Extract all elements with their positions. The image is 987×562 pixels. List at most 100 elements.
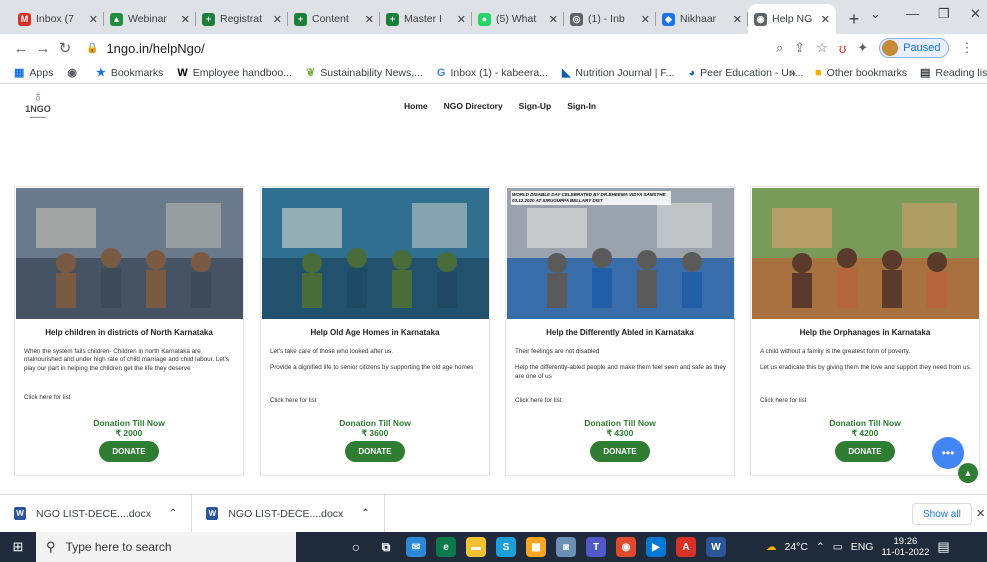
donate-button[interactable]: DONATE [590, 441, 650, 462]
close-shelf-icon[interactable]: ✕ [976, 507, 985, 520]
card-description: Help the differently-abled people and ma… [515, 364, 726, 380]
new-tab-icon[interactable]: + [842, 4, 866, 34]
restore-icon[interactable]: ❐ [938, 6, 950, 22]
extension-icon[interactable]: ʊ [839, 41, 846, 56]
zoom-icon[interactable]: ⌕ [776, 40, 783, 56]
photos-icon[interactable]: ◙ [556, 537, 576, 557]
list-link[interactable]: Click here for list [270, 397, 317, 404]
url-text[interactable]: 1ngo.in/helpNgo/ [106, 41, 204, 56]
language-indicator[interactable]: ENG [851, 541, 874, 553]
bookmark-item[interactable]: ▦ Apps [14, 66, 53, 80]
lock-icon[interactable]: 🔒 [86, 43, 98, 54]
minimize-icon[interactable]: — [906, 6, 919, 21]
temperature[interactable]: 24°C [785, 541, 808, 553]
profile-button[interactable]: Paused [879, 38, 950, 58]
tray-expand-icon[interactable]: ⌃ [816, 541, 825, 553]
drive-icon: ▲ [110, 12, 123, 26]
bookmark-item[interactable]: G Inbox (1) - kabeera... [437, 67, 548, 79]
tab-close-icon[interactable]: ✕ [821, 13, 830, 26]
cortana-icon[interactable]: ○ [346, 537, 366, 557]
nav-ngo-directory[interactable]: NGO Directory [444, 101, 503, 111]
network-icon[interactable]: ▭ [833, 541, 843, 553]
logo-text: 1NGO [25, 104, 51, 114]
browser-tab[interactable]: ◎ (1) - Inb ✕ [564, 4, 656, 34]
notifications-icon[interactable]: ▤ [937, 539, 949, 555]
download-item[interactable]: W NGO LIST-DECE....docx ⌃ [0, 494, 193, 533]
calculator-icon[interactable]: ▦ [526, 537, 546, 557]
browser-tab[interactable]: M Inbox (7 ✕ [12, 4, 104, 34]
clock[interactable]: 19:26 11-01-2022 [881, 536, 929, 558]
bookmark-item[interactable]: ◉ [67, 66, 82, 79]
nav-sign-up[interactable]: Sign-Up [519, 101, 552, 111]
nav-sign-in[interactable]: Sign-In [567, 101, 596, 111]
tab-close-icon[interactable]: ✕ [273, 13, 282, 26]
forward-icon[interactable]: → [32, 40, 54, 57]
tab-close-icon[interactable]: ✕ [733, 13, 742, 26]
window-close-icon[interactable]: ✕ [970, 6, 981, 22]
list-link[interactable]: Click here for list [760, 397, 807, 404]
bookmark-item[interactable]: ❦ Sustainability News,... [306, 66, 423, 80]
address-bar[interactable]: 🔒 1ngo.in/helpNgo/ [86, 36, 806, 60]
weather-icon[interactable]: ☁ [766, 541, 777, 553]
donate-button[interactable]: DONATE [835, 441, 895, 462]
bookmark-star-icon[interactable]: ☆ [816, 40, 828, 56]
browser-tab[interactable]: ◆ Nikhaar ✕ [656, 4, 748, 34]
browser-tab[interactable]: + Content ✕ [288, 4, 380, 34]
globe-icon: ◉ [67, 67, 77, 79]
nav-home[interactable]: Home [404, 101, 428, 111]
tab-close-icon[interactable]: ✕ [89, 13, 98, 26]
taskbar-search[interactable]: ⚲ Type here to search [36, 532, 296, 562]
tab-close-icon[interactable]: ✕ [365, 13, 374, 26]
chrome-icon[interactable]: ◉ [616, 537, 636, 557]
reading-list[interactable]: ▤ Reading list [920, 66, 987, 80]
task-view-icon[interactable]: ⧉ [376, 537, 396, 557]
acrobat-icon[interactable]: A [676, 537, 696, 557]
tab-close-icon[interactable]: ✕ [549, 13, 558, 26]
share-icon[interactable]: ⇪ [794, 40, 805, 56]
tab-close-icon[interactable]: ✕ [641, 13, 650, 26]
donation-total: Donation Till Now ₹ 4200 [751, 418, 979, 438]
browser-tab[interactable]: + Registrat ✕ [196, 4, 288, 34]
donate-button[interactable]: DONATE [345, 441, 405, 462]
chevron-up-icon[interactable]: ⌃ [361, 508, 369, 519]
apps-grid-icon: ▦ [14, 67, 25, 79]
back-icon[interactable]: ← [10, 40, 32, 57]
reload-icon[interactable]: ↻ [54, 39, 76, 57]
other-bookmarks[interactable]: ■ Other bookmarks [815, 67, 907, 79]
browser-tab[interactable]: ● (5) What ✕ [472, 4, 564, 34]
chat-button[interactable]: ••• [932, 437, 964, 469]
list-link[interactable]: Click here for list [24, 394, 71, 401]
windows-start-icon[interactable]: ⊞ [0, 532, 36, 562]
tab-close-icon[interactable]: ✕ [181, 13, 190, 26]
download-item[interactable]: W NGO LIST-DECE....docx ⌃ [192, 494, 385, 533]
site-logo[interactable]: ♁ 1NGO ▬▬▬▬ [22, 89, 54, 119]
browser-tab[interactable]: ▲ Webinar ✕ [104, 4, 196, 34]
edge-icon[interactable]: e [436, 537, 456, 557]
chevron-up-icon[interactable]: ⌃ [169, 508, 177, 519]
bookmark-item[interactable]: ◣ Nutrition Journal | F... [562, 66, 675, 80]
star-icon: ★ [95, 67, 106, 79]
word-icon[interactable]: W [706, 537, 726, 557]
donate-button[interactable]: DONATE [99, 441, 159, 462]
bookmark-item[interactable]: ★ Bookmarks [95, 66, 163, 80]
mail-icon[interactable]: ✉ [406, 537, 426, 557]
show-all-button[interactable]: Show all [912, 503, 972, 525]
bookmarks-overflow-icon[interactable]: » [790, 67, 796, 79]
zoom-app-icon[interactable]: ▶ [646, 537, 666, 557]
plus-doc-icon: + [202, 12, 215, 26]
bookmark-item[interactable]: ◕ Peer Education - Un... [688, 67, 803, 79]
tab-search-icon[interactable]: ⌄ [870, 6, 881, 22]
menu-icon[interactable]: ⋮ [960, 40, 973, 56]
file-explorer-icon[interactable]: ▬ [466, 537, 486, 557]
browser-tab[interactable]: ◉ Help NG ✕ [748, 4, 836, 34]
teams-icon[interactable]: T [586, 537, 606, 557]
word-doc-icon: W [206, 507, 219, 520]
scroll-top-button[interactable]: ▲ [958, 463, 978, 483]
list-link[interactable]: Click here for list [515, 397, 562, 404]
bookmark-item[interactable]: W Employee handboo... [177, 67, 292, 79]
tab-close-icon[interactable]: ✕ [457, 13, 466, 26]
google-icon: G [436, 66, 446, 79]
skype-icon[interactable]: S [496, 537, 516, 557]
browser-tab[interactable]: + Master I ✕ [380, 4, 472, 34]
extensions-puzzle-icon[interactable]: ✦ [857, 40, 868, 56]
